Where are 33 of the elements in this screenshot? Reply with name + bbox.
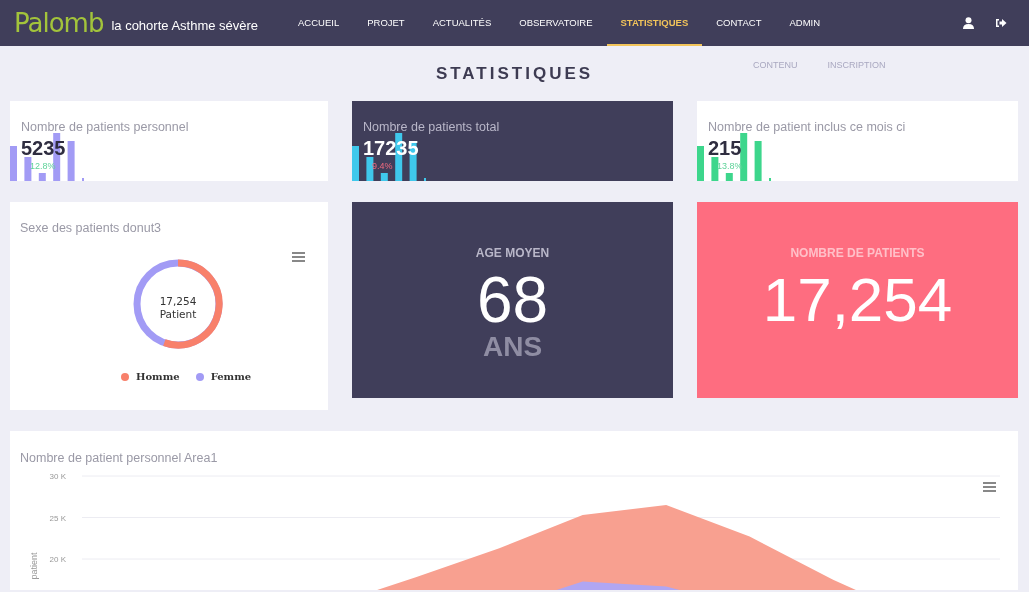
legend-label[interactable]: Homme [136,369,180,384]
logo[interactable]: Palomb [14,9,104,37]
card-title: Nombre de patients personnel [21,119,189,136]
card-title: Nombre de patient inclus ce mois ci [708,119,906,136]
nav-link[interactable]: PROJET [353,0,419,46]
donut-center-label: Patient [158,307,198,322]
user-icon[interactable] [963,17,974,29]
nav-link[interactable]: ACTUALITÉS [418,0,506,46]
axis-tick-label: 25 K [49,513,66,523]
card-title: Sexe des patients donut3 [20,220,162,237]
page-title: STATISTIQUES [435,63,594,86]
nav-link[interactable]: ADMIN [775,0,835,46]
panel-value: 68 [476,268,549,332]
card-title: Nombre de patient personnel Area1 [20,450,218,467]
nav-link[interactable]: STATISTIQUES [606,0,703,46]
panel-unit: ANS [482,332,543,362]
panel-value: 17,254 [762,268,953,332]
nav-link[interactable]: CONTACT [702,0,776,46]
menu-icon[interactable] [983,482,996,492]
legend-label[interactable]: Femme [210,369,252,384]
nav-link[interactable]: ACCUEIL [284,0,354,46]
tagline: la cohorte Asthme sévère [111,16,259,35]
logout-icon[interactable] [996,18,1007,28]
stat-value: 5235 [21,137,66,159]
axis-tick-label: 20 K [49,555,66,564]
axis-title: patient [29,552,39,580]
panel-label: AGE MOYEN [475,245,550,262]
menu-icon[interactable] [292,252,305,262]
donut-center-value: 17,254 [158,294,198,309]
card-title: Nombre de patients total [363,119,500,136]
axis-tick-label: 30 K [49,472,66,481]
nav-link[interactable]: OBSERVATOIRE [505,0,607,46]
panel-label: NOMBRE DE PATIENTS [790,245,925,262]
